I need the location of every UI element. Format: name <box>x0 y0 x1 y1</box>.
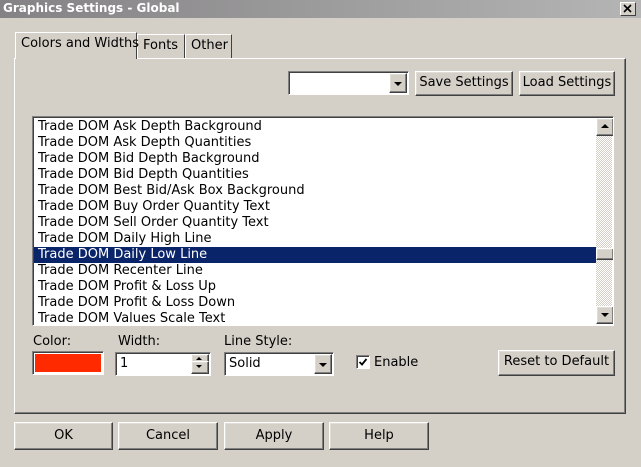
chevron-down-icon <box>394 82 402 86</box>
chevron-up-icon <box>196 357 202 360</box>
enable-label: Enable <box>374 355 419 370</box>
list-item[interactable]: Trade DOM Bid Depth Background <box>34 151 600 167</box>
save-settings-button[interactable]: Save Settings <box>415 71 513 96</box>
list-item[interactable]: Trade DOM Profit & Loss Down <box>34 295 600 311</box>
list-item[interactable]: Trade DOM Buy Order Quantity Text <box>34 199 600 215</box>
graphics-element-list[interactable]: Trade DOM Ask Depth Background Trade DOM … <box>32 116 614 326</box>
checkmark-icon <box>358 358 368 366</box>
tab-other[interactable]: Other <box>185 34 232 58</box>
list-item[interactable]: Trade DOM Values Scale Text <box>34 311 600 325</box>
color-label: Color: <box>33 334 72 349</box>
help-button[interactable]: Help <box>329 422 429 450</box>
scroll-down-button[interactable] <box>596 306 613 324</box>
close-button[interactable] <box>620 2 636 16</box>
list-item[interactable]: Trade DOM Recenter Line <box>34 263 600 279</box>
scroll-up-button[interactable] <box>596 118 613 136</box>
list-item[interactable]: Trade DOM Sell Order Quantity Text <box>34 215 600 231</box>
width-label: Width: <box>118 334 161 349</box>
line-style-select[interactable]: Solid <box>224 352 334 376</box>
settings-preset-select[interactable] <box>288 71 409 95</box>
title-bar: Graphics Settings - Global <box>0 0 641 18</box>
chevron-down-icon <box>601 313 609 317</box>
list-item[interactable]: Trade DOM Bid Depth Quantities <box>34 167 600 183</box>
tab-colors-and-widths-label: Colors and Widths <box>21 36 139 51</box>
line-style-value: Solid <box>229 356 261 371</box>
chevron-down-icon <box>319 363 327 367</box>
list-item[interactable]: Trade DOM Daily High Line <box>34 231 600 247</box>
scroll-thumb[interactable] <box>596 248 613 260</box>
width-stepper[interactable]: 1 <box>115 352 211 376</box>
color-swatch <box>35 354 101 372</box>
preset-dropdown-button[interactable] <box>389 73 407 93</box>
cancel-button[interactable]: Cancel <box>118 422 218 450</box>
chevron-down-icon <box>196 365 202 368</box>
tab-fonts-label: Fonts <box>143 38 179 53</box>
enable-checkbox[interactable] <box>356 355 370 369</box>
chevron-up-icon <box>601 124 609 128</box>
list-scrollbar[interactable] <box>596 118 613 324</box>
color-picker-button[interactable] <box>32 351 104 375</box>
list-item[interactable]: Trade DOM Ask Depth Quantities <box>34 135 600 151</box>
list-item[interactable]: Trade DOM Best Bid/Ask Box Background <box>34 183 600 199</box>
window-title: Graphics Settings - Global <box>3 1 180 15</box>
list-item[interactable]: Trade DOM Daily Low Line <box>34 247 600 263</box>
tab-colors-and-widths[interactable]: Colors and Widths <box>15 32 139 59</box>
width-decrement-button[interactable] <box>191 361 209 374</box>
list-item[interactable]: Trade DOM Ask Depth Background <box>34 119 600 135</box>
ok-button[interactable]: OK <box>14 422 113 450</box>
close-icon <box>623 4 632 13</box>
width-value: 1 <box>120 356 129 371</box>
line-style-dropdown-button[interactable] <box>314 354 332 374</box>
load-settings-button[interactable]: Load Settings <box>519 71 615 96</box>
reset-to-default-button[interactable]: Reset to Default <box>498 350 615 376</box>
tab-other-label: Other <box>191 38 228 53</box>
tab-fonts[interactable]: Fonts <box>137 34 185 58</box>
apply-button[interactable]: Apply <box>224 422 324 450</box>
list-item[interactable]: Trade DOM Profit & Loss Up <box>34 279 600 295</box>
line-style-label: Line Style: <box>224 334 293 349</box>
